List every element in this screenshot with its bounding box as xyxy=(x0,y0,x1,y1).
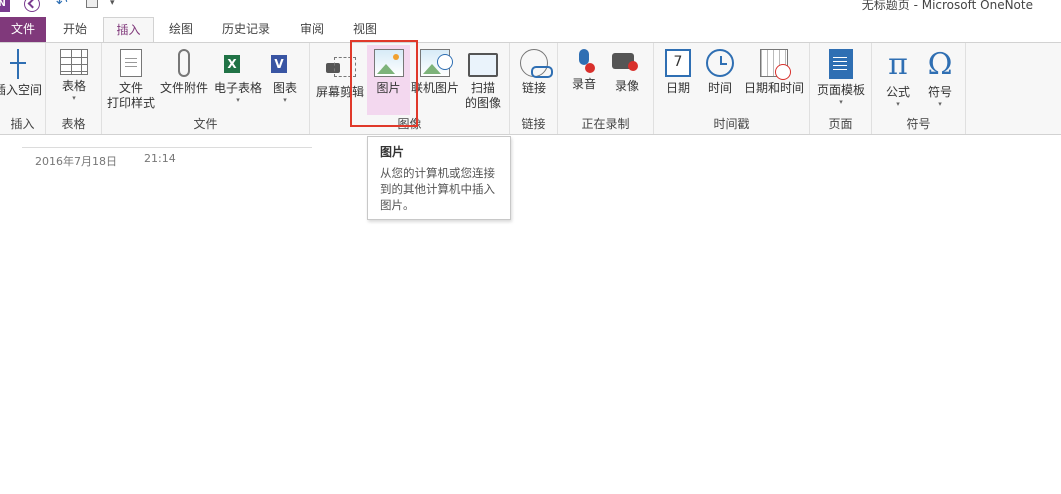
attachment-icon xyxy=(178,49,190,77)
group-label-links: 链接 xyxy=(521,117,546,131)
group-insert: 插入空间 插入 xyxy=(0,43,46,134)
file-printout-icon xyxy=(120,49,142,77)
tab-history[interactable]: 历史记录 xyxy=(208,17,284,42)
tab-file[interactable]: 文件 xyxy=(0,17,46,42)
file-attachment-label: 文件附件 xyxy=(159,81,208,95)
highlight-box xyxy=(350,40,418,127)
window-title: 无标题页 - Microsoft OneNote xyxy=(861,0,1033,12)
tooltip-title: 图片 xyxy=(380,145,405,159)
date-time-label: 日期和时间 xyxy=(743,81,804,95)
diagram-label: 图表 xyxy=(272,81,297,95)
group-links: 链接 链接 xyxy=(510,43,558,134)
time-button[interactable]: 时间 xyxy=(700,45,740,96)
group-pages: 页面模板 ▾ 页面 xyxy=(810,43,872,134)
file-attachment-button[interactable]: 文件附件 xyxy=(158,45,210,96)
ribbon-tabs: 文件 开始 插入 绘图 历史记录 审阅 视图 xyxy=(0,15,1061,43)
group-label-timestamp: 时间戳 xyxy=(713,117,750,131)
chevron-down-icon: ▾ xyxy=(72,94,76,102)
file-printout-label-2: 打印样式 xyxy=(106,96,155,110)
group-file: 文件 打印样式 文件附件 电子表格 ▾ 图表 ▾ 文件 xyxy=(102,43,310,134)
insert-space-icon xyxy=(10,49,26,79)
page-templates-button[interactable]: 页面模板 ▾ xyxy=(814,45,868,106)
excel-icon xyxy=(224,49,252,77)
group-recording: 录音 录像 正在录制 xyxy=(558,43,654,134)
tooltip-description: 从您的计算机或您连接到的其他计算机中插入图片。 xyxy=(380,166,495,212)
onenote-logo-icon: N xyxy=(0,0,10,12)
tab-view[interactable]: 视图 xyxy=(340,17,390,42)
chevron-down-icon: ▾ xyxy=(839,98,843,106)
record-audio-label: 录音 xyxy=(571,77,596,91)
ribbon: 插入空间 插入 表格 ▾ 表格 文件 打印样式 文件附件 电子表格 ▾ 图表 xyxy=(0,42,1061,135)
tab-review[interactable]: 审阅 xyxy=(286,17,338,42)
link-icon xyxy=(520,49,553,78)
group-symbols: π 公式 ▾ Ω 符号 ▾ 符号 xyxy=(872,43,966,134)
group-label-table: 表格 xyxy=(61,117,86,131)
scanned-image-label-1: 扫描 xyxy=(470,81,495,95)
time-label: 时间 xyxy=(707,81,732,95)
tab-insert[interactable]: 插入 xyxy=(103,17,154,43)
symbol-button[interactable]: Ω 符号 ▾ xyxy=(920,45,960,109)
record-audio-button[interactable]: 录音 xyxy=(564,45,604,92)
file-printout-label-1: 文件 xyxy=(118,81,143,95)
undo-icon[interactable]: ↶ xyxy=(56,0,68,11)
video-record-icon xyxy=(612,49,642,75)
date-button[interactable]: 7 日期 xyxy=(658,45,698,96)
group-label-recording: 正在录制 xyxy=(581,117,630,131)
group-table: 表格 ▾ 表格 xyxy=(46,43,102,134)
record-video-button[interactable]: 录像 xyxy=(606,45,648,94)
clock-icon xyxy=(706,49,734,77)
back-icon[interactable] xyxy=(24,0,40,12)
customize-qat-icon[interactable]: ▾ xyxy=(110,0,115,8)
group-timestamp: 7 日期 时间 日期和时间 时间戳 xyxy=(654,43,810,134)
group-label-symbols: 符号 xyxy=(906,117,931,131)
equation-label: 公式 xyxy=(885,85,910,99)
audio-record-icon xyxy=(577,49,595,73)
record-video-label: 录像 xyxy=(614,79,639,93)
table-button[interactable]: 表格 ▾ xyxy=(52,45,96,102)
page-template-icon xyxy=(829,49,853,79)
visio-icon xyxy=(271,49,299,77)
equation-button[interactable]: π 公式 ▾ xyxy=(878,45,918,109)
picture-tooltip: 图片 从您的计算机或您连接到的其他计算机中插入图片。 xyxy=(367,136,511,220)
online-picture-icon xyxy=(420,49,453,77)
page-templates-label: 页面模板 xyxy=(816,83,865,97)
page-title-line[interactable] xyxy=(22,147,312,148)
tab-home[interactable]: 开始 xyxy=(48,17,102,42)
equation-icon: π xyxy=(888,47,908,82)
page-time: 21:14 xyxy=(144,152,176,165)
dock-icon[interactable] xyxy=(86,0,98,8)
date-time-icon xyxy=(760,49,791,80)
chevron-down-icon: ▾ xyxy=(283,96,287,104)
group-label-file: 文件 xyxy=(193,117,218,131)
group-label-insert: 插入 xyxy=(10,117,35,131)
spreadsheet-button[interactable]: 电子表格 ▾ xyxy=(210,45,266,104)
scanned-image-button[interactable]: 扫描 的图像 xyxy=(460,45,506,111)
insert-space-button[interactable]: 插入空间 xyxy=(0,45,46,98)
insert-space-label: 插入空间 xyxy=(0,83,42,97)
diagram-button[interactable]: 图表 ▾ xyxy=(266,45,304,104)
symbol-icon: Ω xyxy=(927,47,953,82)
page-date: 2016年7月18日 xyxy=(35,155,117,168)
table-icon xyxy=(60,49,88,75)
date-label: 日期 xyxy=(665,81,690,95)
tab-draw[interactable]: 绘图 xyxy=(156,17,206,42)
link-label: 链接 xyxy=(521,81,546,95)
spreadsheet-label: 电子表格 xyxy=(213,81,262,95)
scanned-image-label-2: 的图像 xyxy=(464,96,501,110)
scanner-icon xyxy=(468,53,498,77)
chevron-down-icon: ▾ xyxy=(938,100,942,108)
chevron-down-icon: ▾ xyxy=(896,100,900,108)
link-button[interactable]: 链接 xyxy=(514,45,554,96)
table-label: 表格 xyxy=(61,79,86,93)
symbol-label: 符号 xyxy=(927,85,952,99)
file-printout-button[interactable]: 文件 打印样式 xyxy=(104,45,158,111)
date-time-button[interactable]: 日期和时间 xyxy=(742,45,806,96)
chevron-down-icon: ▾ xyxy=(236,96,240,104)
group-label-pages: 页面 xyxy=(828,117,853,131)
calendar-icon: 7 xyxy=(665,49,691,77)
title-bar: N ↶ ▾ 无标题页 - Microsoft OneNote xyxy=(0,0,1061,15)
